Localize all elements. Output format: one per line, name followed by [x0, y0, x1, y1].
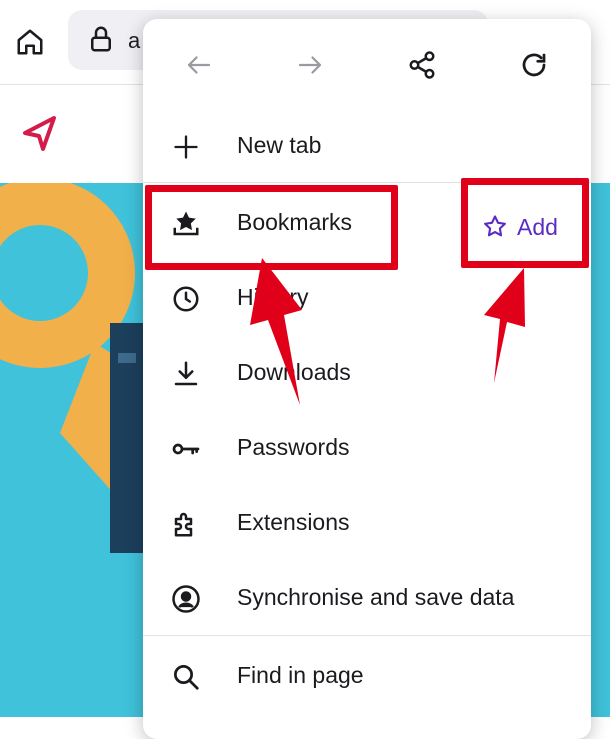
key-icon	[169, 432, 203, 466]
menu-item-history[interactable]: History	[143, 262, 591, 334]
back-arrow-icon	[187, 56, 211, 74]
menu-divider	[143, 635, 591, 636]
menu-item-label: Passwords	[237, 434, 350, 460]
lock-icon	[91, 26, 111, 52]
plus-icon	[169, 130, 203, 164]
home-icon	[17, 29, 43, 55]
forward-arrow-icon	[298, 56, 322, 74]
account-icon	[169, 582, 203, 616]
menu-item-label: New tab	[237, 132, 322, 158]
share-icon	[409, 51, 435, 79]
menu-item-sync[interactable]: Synchronise and save data	[143, 562, 591, 634]
menu-item-label: Extensions	[237, 509, 350, 535]
menu-item-label: Find in page	[237, 662, 364, 688]
back-button[interactable]	[177, 43, 221, 87]
share-button[interactable]	[400, 43, 444, 87]
download-icon	[169, 357, 203, 391]
menu-nav-row	[143, 19, 591, 111]
puzzle-icon	[169, 507, 203, 541]
menu-item-downloads[interactable]: Downloads	[143, 337, 591, 409]
menu-item-extensions[interactable]: Extensions	[143, 487, 591, 559]
menu-item-label: Synchronise and save data	[237, 584, 515, 610]
search-icon	[169, 660, 203, 694]
menu-item-passwords[interactable]: Passwords	[143, 412, 591, 484]
clock-icon	[169, 282, 203, 316]
menu-item-label: History	[237, 284, 309, 310]
url-text: a	[128, 28, 141, 53]
menu-item-new-tab[interactable]: New tab	[143, 110, 591, 182]
menu-item-label: Downloads	[237, 359, 351, 385]
bookmarks-highlight-box	[145, 185, 398, 270]
reload-button[interactable]	[512, 43, 556, 87]
browser-menu: New tab Bookmarks Add History Downloads …	[143, 19, 591, 739]
send-arrow-logo[interactable]	[20, 113, 60, 153]
add-highlight-box	[461, 178, 589, 268]
forward-button[interactable]	[288, 43, 332, 87]
menu-item-find-in-page[interactable]: Find in page	[143, 640, 591, 712]
reload-icon	[522, 53, 546, 77]
home-button[interactable]	[10, 22, 50, 62]
